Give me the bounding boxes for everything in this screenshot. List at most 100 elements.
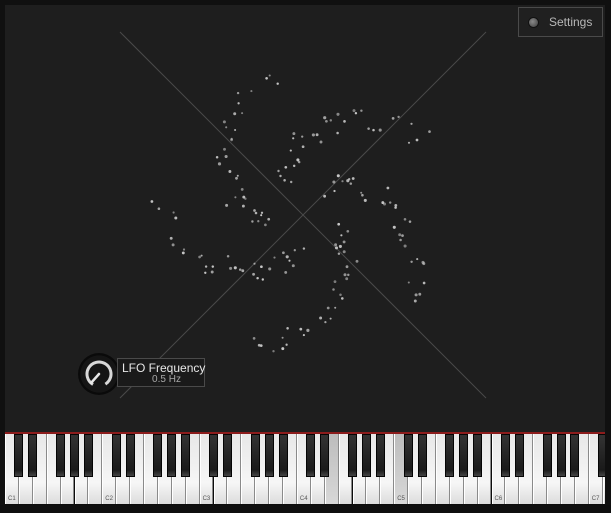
black-key-a#3[interactable] xyxy=(278,434,288,477)
scope-trace-dot xyxy=(260,211,264,214)
scope-trace-dot xyxy=(236,91,240,95)
scope-trace-dot xyxy=(285,343,288,346)
black-key-a#2[interactable] xyxy=(181,434,191,477)
scope-trace-dot xyxy=(225,126,228,129)
scope-trace-dot xyxy=(296,158,300,162)
scope-trace-dot xyxy=(211,265,215,268)
scope-trace-dot xyxy=(342,250,346,254)
scope-trace-dot xyxy=(224,154,228,159)
scope-trace-dot xyxy=(388,201,392,204)
scope-trace-dot xyxy=(267,217,271,221)
scope-trace-dot xyxy=(410,122,413,125)
scope-trace-dot xyxy=(323,116,327,120)
black-key-c#1[interactable] xyxy=(14,434,24,477)
scope-trace-dot xyxy=(284,270,288,274)
black-key-a#4[interactable] xyxy=(375,434,385,477)
black-key-g#5[interactable] xyxy=(459,434,469,477)
scope-trace-dot xyxy=(233,112,237,116)
scope-trace-dot xyxy=(268,74,271,77)
scope-trace-dot xyxy=(171,243,175,247)
scope-trace-dot xyxy=(332,288,335,291)
black-key-c#7[interactable] xyxy=(598,434,605,477)
scope-trace-dot xyxy=(157,207,161,210)
scope-trace-dot xyxy=(236,174,239,177)
black-key-d#1[interactable] xyxy=(28,434,38,477)
black-key-g#1[interactable] xyxy=(70,434,79,477)
scope-trace-dot xyxy=(198,255,201,259)
scope-trace-dot xyxy=(289,180,293,184)
black-key-c#6[interactable] xyxy=(500,434,510,477)
scope-trace-dot xyxy=(259,344,263,347)
scope-trace-dot xyxy=(286,327,289,330)
scope-trace-dot xyxy=(372,128,375,132)
scope-trace-dot xyxy=(381,201,385,205)
scope-trace-dot xyxy=(329,317,332,320)
black-key-a#6[interactable] xyxy=(570,434,580,477)
black-key-d#2[interactable] xyxy=(125,434,135,477)
lfo-frequency-knob[interactable] xyxy=(78,353,120,395)
black-key-d#6[interactable] xyxy=(514,434,524,477)
piano-keyboard[interactable]: C1 C2 C3 C4 C5 C6 C7 xyxy=(5,432,605,505)
scope-trace-dot xyxy=(338,244,342,248)
scope-trace-dot xyxy=(352,109,356,113)
octave-label: C7 xyxy=(591,496,600,502)
scope-trace-dot xyxy=(253,262,256,265)
octave-label: C1 xyxy=(8,496,16,502)
scope-trace-dot xyxy=(410,260,413,264)
black-key-c#4[interactable] xyxy=(306,434,316,477)
scope-trace-dot xyxy=(215,156,219,159)
octave-label: C2 xyxy=(105,496,113,502)
scope-trace-dot xyxy=(319,140,323,144)
scope-trace-dot xyxy=(306,328,310,332)
scope-trace-dot xyxy=(391,117,395,120)
scope-trace-dot xyxy=(408,220,412,223)
scope-trace-dot xyxy=(351,177,355,180)
scope-trace-dot xyxy=(340,234,343,237)
scope-trace-dot xyxy=(339,293,342,297)
scope-trace-dot xyxy=(182,248,186,251)
scope-trace-dot xyxy=(150,200,154,203)
scope-trace-dot xyxy=(172,211,175,214)
scope-trace-dot xyxy=(233,266,237,270)
scope-trace-dot xyxy=(407,281,410,284)
black-key-c#5[interactable] xyxy=(403,434,413,477)
black-key-d#4[interactable] xyxy=(320,434,330,477)
scope-trace-dot xyxy=(354,112,358,115)
black-key-d#3[interactable] xyxy=(222,434,232,477)
black-key-f#1[interactable] xyxy=(56,434,66,477)
black-key-c#3[interactable] xyxy=(209,434,218,477)
scope-trace-dot xyxy=(238,268,242,271)
black-key-f#6[interactable] xyxy=(542,434,552,477)
scope-trace-dot xyxy=(288,259,291,262)
scope-trace-dot xyxy=(240,188,244,191)
black-key-a#1[interactable] xyxy=(83,434,93,477)
scope-trace-dot xyxy=(397,115,400,119)
scope-trace-dot xyxy=(332,180,336,184)
black-key-f#2[interactable] xyxy=(153,434,163,477)
scope-trace-dot xyxy=(241,112,244,115)
scope-trace-dot xyxy=(282,251,285,255)
black-key-c#2[interactable] xyxy=(111,434,121,477)
scope-trace-dot xyxy=(302,334,305,337)
black-key-g#3[interactable] xyxy=(264,434,274,477)
plugin-window: Settings LFO Frequency 0.5 Hz C1 C2 C3 C4 C5… xyxy=(0,0,611,513)
settings-button[interactable]: Settings xyxy=(518,7,603,37)
scope-trace-dot xyxy=(268,267,272,271)
black-key-f#4[interactable] xyxy=(348,434,357,477)
black-key-f#5[interactable] xyxy=(445,434,455,477)
scope-trace-dot xyxy=(272,350,275,353)
black-key-g#4[interactable] xyxy=(361,434,371,477)
black-key-g#2[interactable] xyxy=(167,434,177,477)
black-key-g#6[interactable] xyxy=(556,434,566,477)
scope-trace-dot xyxy=(333,189,336,193)
scope-trace-dot xyxy=(277,169,280,173)
black-key-a#5[interactable] xyxy=(473,434,483,477)
scope-trace-dot xyxy=(228,170,232,173)
scope-trace-dot xyxy=(279,174,282,178)
scope-trace-dot xyxy=(291,264,295,268)
black-key-d#5[interactable] xyxy=(417,434,427,477)
scope-trace-dot xyxy=(360,191,363,194)
black-key-f#3[interactable] xyxy=(250,434,260,477)
scope-trace-dot xyxy=(174,216,178,220)
scope-trace-dot xyxy=(421,260,425,264)
